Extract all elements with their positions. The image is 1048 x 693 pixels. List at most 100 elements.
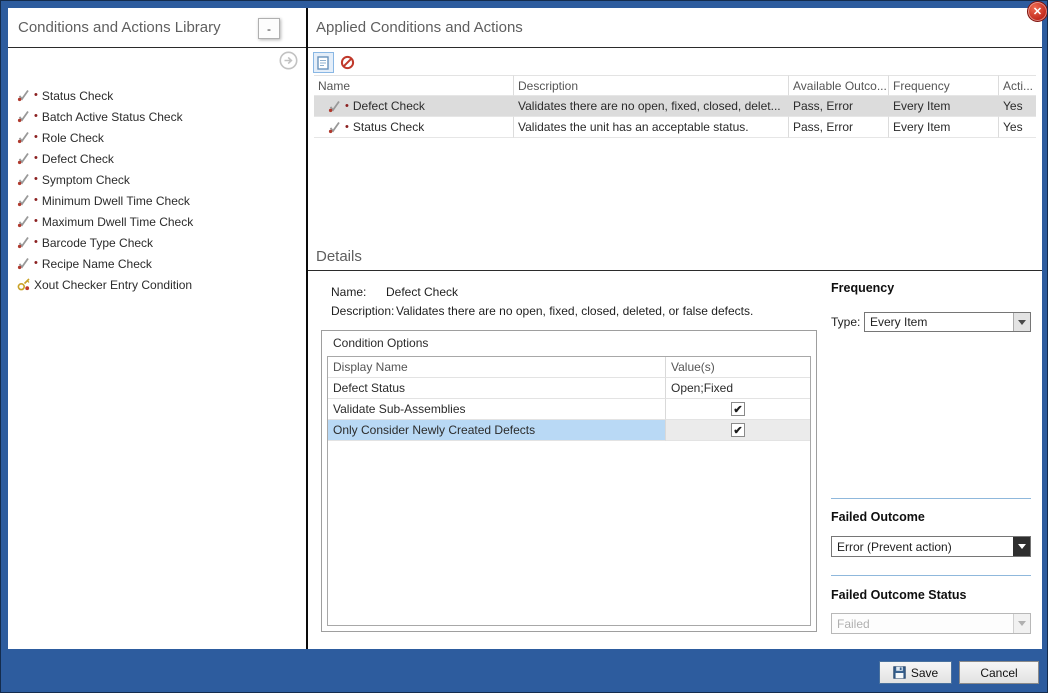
bullet-icon: •	[34, 258, 38, 269]
library-title: Conditions and Actions Library	[18, 19, 221, 36]
row-active: Yes	[999, 96, 1036, 117]
option-value[interactable]: Open;Fixed	[666, 378, 810, 399]
library-item-role-check[interactable]: • Role Check	[17, 127, 302, 148]
option-row-defect-status[interactable]: Defect Status Open;Fixed	[328, 378, 810, 399]
library-panel: Conditions and Actions Library - • Statu…	[8, 8, 306, 649]
condition-icon	[17, 173, 30, 186]
validate-sub-assemblies-checkbox[interactable]: ✔	[731, 402, 745, 416]
row-description: Validates there are no open, fixed, clos…	[514, 96, 789, 117]
option-display-name: Defect Status	[328, 378, 666, 399]
close-icon: ✕	[1033, 5, 1042, 18]
dropdown-button	[1013, 614, 1030, 633]
row-frequency: Every Item	[889, 96, 999, 117]
detail-name-value: Defect Check	[386, 285, 458, 299]
condition-icon	[328, 121, 341, 134]
column-header-available-outcomes[interactable]: Available Outco...	[789, 75, 889, 96]
library-item-barcode-type-check[interactable]: • Barcode Type Check	[17, 232, 302, 253]
bullet-icon: •	[34, 132, 38, 143]
condition-icon	[17, 89, 30, 102]
condition-icon	[17, 215, 30, 228]
condition-options-title: Condition Options	[333, 336, 428, 350]
applied-table: Name Description Available Outco... Freq…	[314, 75, 1036, 138]
row-frequency: Every Item	[889, 117, 999, 138]
only-newly-created-defects-checkbox[interactable]: ✔	[731, 423, 745, 437]
option-row-validate-sub-assemblies[interactable]: Validate Sub-Assemblies ✔	[328, 399, 810, 420]
failed-outcome-status-title: Failed Outcome Status	[831, 588, 966, 602]
close-button[interactable]: ✕	[1027, 1, 1048, 22]
library-collapse-button[interactable]: -	[258, 18, 280, 39]
frequency-type-label: Type:	[831, 315, 860, 329]
bullet-icon: •	[345, 122, 349, 133]
save-button[interactable]: Save	[879, 661, 952, 684]
library-item-maximum-dwell-time-check[interactable]: • Maximum Dwell Time Check	[17, 211, 302, 232]
edit-condition-button[interactable]	[313, 52, 334, 73]
library-item-minimum-dwell-time-check[interactable]: • Minimum Dwell Time Check	[17, 190, 302, 211]
prohibit-icon	[340, 55, 355, 70]
cancel-button[interactable]: Cancel	[959, 661, 1039, 684]
apply-condition-arrow-button[interactable]	[279, 51, 298, 70]
detail-name-label: Name:	[331, 285, 366, 299]
row-outcomes: Pass, Error	[789, 117, 889, 138]
option-display-name: Validate Sub-Assemblies	[328, 399, 666, 420]
bullet-icon: •	[34, 195, 38, 206]
option-row-only-newly-created-defects[interactable]: Only Consider Newly Created Defects ✔	[328, 420, 810, 441]
failed-outcome-dropdown[interactable]: Error (Prevent action)	[831, 536, 1031, 557]
library-item-recipe-name-check[interactable]: • Recipe Name Check	[17, 253, 302, 274]
library-item-label: Batch Active Status Check	[42, 110, 183, 124]
checkmark-icon: ✔	[733, 424, 742, 437]
library-item-status-check[interactable]: • Status Check	[17, 85, 302, 106]
library-item-batch-active-status-check[interactable]: • Batch Active Status Check	[17, 106, 302, 127]
library-item-label: Symptom Check	[42, 173, 130, 187]
condition-options-header: Display Name Value(s)	[328, 357, 810, 378]
bullet-icon: •	[345, 101, 349, 112]
library-item-label: Xout Checker Entry Condition	[34, 278, 192, 292]
row-active: Yes	[999, 117, 1036, 138]
option-display-name: Only Consider Newly Created Defects	[328, 420, 666, 441]
conditions-actions-dialog: ✕ Conditions and Actions Library - • Sta…	[0, 0, 1048, 693]
chevron-down-icon	[1018, 621, 1026, 626]
library-item-label: Minimum Dwell Time Check	[42, 194, 190, 208]
bullet-icon: •	[34, 174, 38, 185]
failed-outcome-value: Error (Prevent action)	[832, 540, 1013, 554]
applied-table-header: Name Description Available Outco... Freq…	[314, 75, 1036, 96]
condition-icon	[17, 257, 30, 270]
applied-toolbar	[313, 52, 358, 73]
detail-description-label: Description:	[331, 304, 394, 318]
table-row-defect-check[interactable]: • Defect Check Validates there are no op…	[314, 96, 1036, 117]
bullet-icon: •	[34, 237, 38, 248]
failed-outcome-status-dropdown: Failed	[831, 613, 1031, 634]
library-list: • Status Check • Batch Active Status Che…	[17, 85, 302, 295]
arrow-right-circle-icon	[279, 51, 298, 70]
bullet-icon: •	[34, 90, 38, 101]
details-title: Details	[316, 248, 362, 265]
edit-document-icon	[317, 56, 330, 70]
detail-description-value: Validates there are no open, fixed, clos…	[396, 304, 753, 318]
column-header-values[interactable]: Value(s)	[666, 357, 810, 378]
remove-condition-button[interactable]	[337, 52, 358, 73]
column-header-active[interactable]: Acti...	[999, 75, 1036, 96]
bullet-icon: •	[34, 216, 38, 227]
table-row-status-check[interactable]: • Status Check Validates the unit has an…	[314, 117, 1036, 138]
dropdown-button[interactable]	[1013, 537, 1030, 556]
applied-title: Applied Conditions and Actions	[316, 19, 523, 36]
condition-icon	[17, 152, 30, 165]
library-item-symptom-check[interactable]: • Symptom Check	[17, 169, 302, 190]
library-item-label: Maximum Dwell Time Check	[42, 215, 193, 229]
library-item-label: Recipe Name Check	[42, 257, 152, 271]
row-outcomes: Pass, Error	[789, 96, 889, 117]
dropdown-button[interactable]	[1013, 313, 1030, 331]
library-item-defect-check[interactable]: • Defect Check	[17, 148, 302, 169]
details-divider	[308, 270, 1042, 271]
library-item-xout-checker-entry-condition[interactable]: Xout Checker Entry Condition	[17, 274, 302, 295]
failed-outcome-title: Failed Outcome	[831, 510, 925, 524]
bullet-icon: •	[34, 111, 38, 122]
save-icon	[893, 666, 906, 679]
column-header-frequency[interactable]: Frequency	[889, 75, 999, 96]
frequency-type-dropdown[interactable]: Every Item	[864, 312, 1031, 332]
condition-icon	[17, 110, 30, 123]
library-item-label: Defect Check	[42, 152, 114, 166]
column-header-display-name[interactable]: Display Name	[328, 357, 666, 378]
column-header-name[interactable]: Name	[314, 75, 514, 96]
column-header-description[interactable]: Description	[514, 75, 789, 96]
row-description: Validates the unit has an acceptable sta…	[514, 117, 789, 138]
